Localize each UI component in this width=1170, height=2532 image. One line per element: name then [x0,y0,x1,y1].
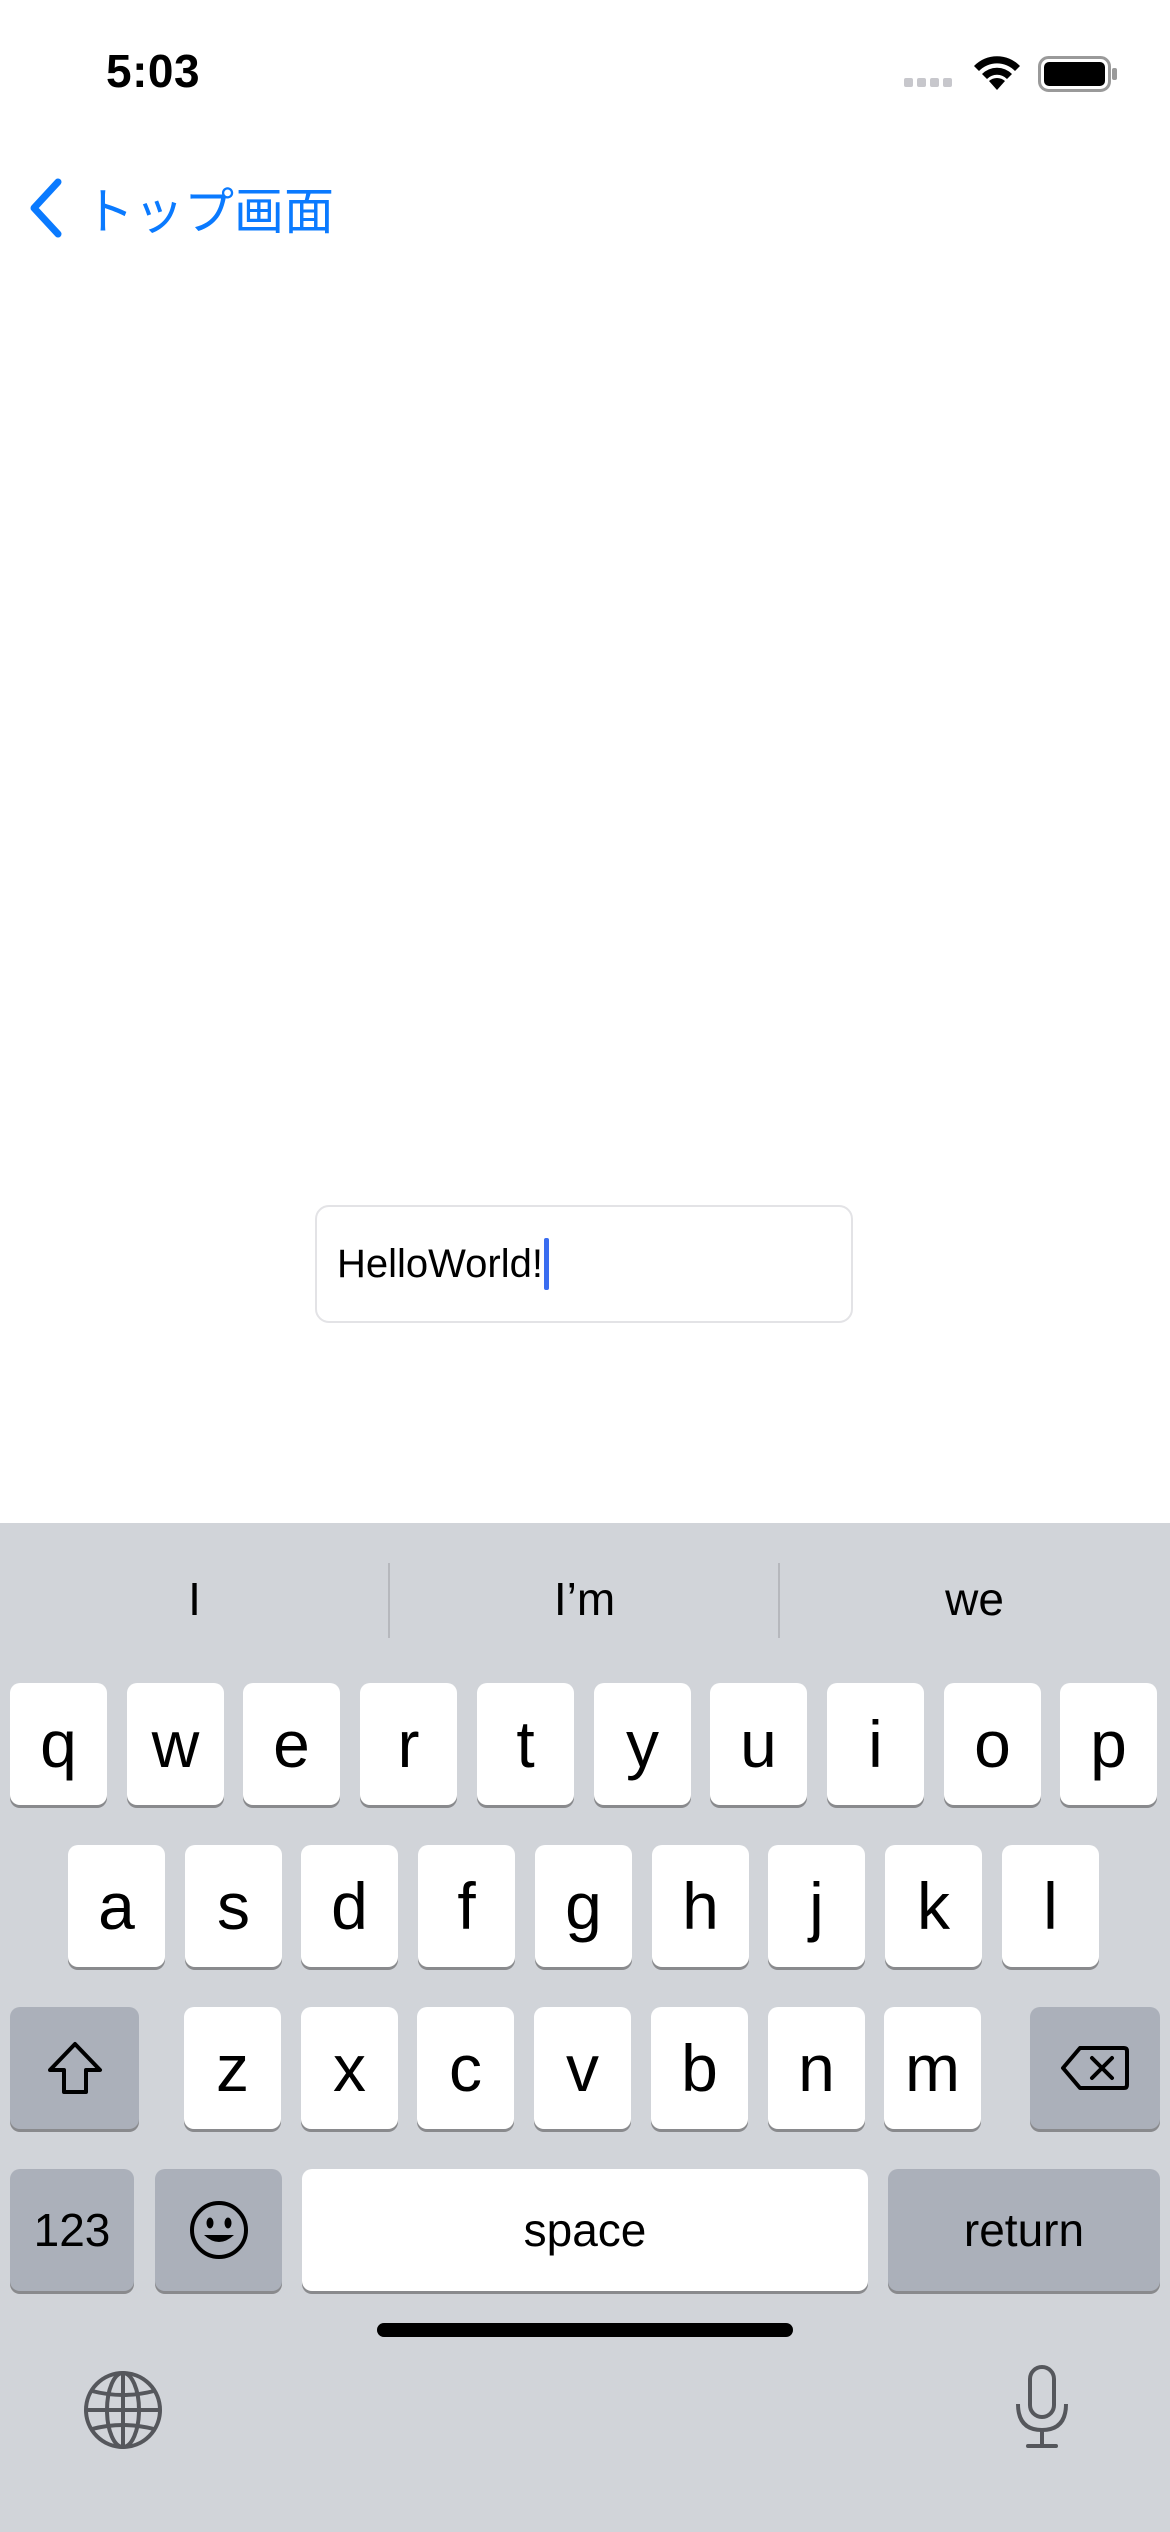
shift-key[interactable] [10,2007,139,2129]
key-m[interactable]: m [884,2007,981,2129]
key-e[interactable]: e [243,1683,340,1805]
emoji-key[interactable] [155,2169,282,2291]
microphone-icon[interactable] [1012,2364,1072,2450]
key-label: g [565,1869,602,1943]
key-r[interactable]: r [360,1683,457,1805]
key-a[interactable]: a [68,1845,165,1967]
space-key-label: space [523,2204,647,2256]
key-label: l [1043,1869,1058,1943]
numbers-key-label: 123 [33,2204,111,2256]
keyboard: I I’m we qwertyuiopasdfghjklzxcvbnm 123 … [0,1523,1170,2532]
return-key[interactable]: return [888,2169,1160,2291]
key-label: e [273,1707,310,1781]
key-x[interactable]: x [301,2007,398,2129]
key-label: p [1090,1707,1127,1781]
key-label: t [516,1707,535,1781]
key-label: a [98,1869,135,1943]
status-time: 5:03 [106,45,201,97]
key-label: s [217,1869,250,1943]
key-p[interactable]: p [1060,1683,1157,1805]
key-label: r [397,1707,420,1781]
key-label: f [457,1869,476,1943]
space-key[interactable]: space [302,2169,868,2291]
key-n[interactable]: n [768,2007,865,2129]
key-k[interactable]: k [885,1845,982,1967]
battery-icon [1038,56,1117,92]
shift-icon [47,2042,102,2094]
numbers-key[interactable]: 123 [10,2169,134,2291]
key-label: h [682,1869,719,1943]
key-label: o [974,1707,1011,1781]
suggestion-2[interactable]: I’m [390,1559,779,1639]
key-u[interactable]: u [710,1683,807,1805]
chevron-left-icon [30,178,62,238]
key-label: c [449,2031,482,2105]
key-label: u [740,1707,777,1781]
key-label: i [868,1707,883,1781]
key-j[interactable]: j [768,1845,865,1967]
key-label: d [331,1869,368,1943]
key-h[interactable]: h [652,1845,749,1967]
home-indicator [377,2323,793,2337]
key-w[interactable]: w [127,1683,224,1805]
key-g[interactable]: g [535,1845,632,1967]
text-input-value: HelloWorld! [337,1241,543,1286]
delete-icon [1061,2046,1129,2090]
delete-key[interactable] [1030,2007,1160,2129]
text-cursor [544,1238,549,1290]
predictive-bar: I I’m we [0,1523,1170,1678]
key-label: j [809,1869,824,1943]
key-i[interactable]: i [827,1683,924,1805]
back-button[interactable]: トップ画面 [24,168,334,248]
key-label: k [917,1869,950,1943]
key-z[interactable]: z [184,2007,281,2129]
key-label: m [905,2031,960,2105]
key-o[interactable]: o [944,1683,1041,1805]
key-label: n [798,2031,835,2105]
emoji-icon [189,2201,248,2259]
suggestion-1[interactable]: I [0,1559,389,1639]
key-label: b [681,2031,718,2105]
key-b[interactable]: b [651,2007,748,2129]
key-q[interactable]: q [10,1683,107,1805]
key-c[interactable]: c [417,2007,514,2129]
key-y[interactable]: y [594,1683,691,1805]
return-key-label: return [963,2204,1085,2256]
text-input[interactable]: HelloWorld! [315,1205,853,1323]
back-button-label: トップ画面 [84,183,334,241]
key-label: q [40,1707,77,1781]
status-bar: 5:03 [0,0,1170,140]
key-v[interactable]: v [534,2007,631,2129]
key-label: y [626,1707,659,1781]
globe-icon[interactable] [82,2369,164,2451]
key-f[interactable]: f [418,1845,515,1967]
key-l[interactable]: l [1002,1845,1099,1967]
key-label: w [151,1707,200,1781]
key-d[interactable]: d [301,1845,398,1967]
wifi-icon [974,56,1020,90]
key-s[interactable]: s [185,1845,282,1967]
key-label: x [333,2031,366,2105]
key-t[interactable]: t [477,1683,574,1805]
key-label: v [566,2031,599,2105]
suggestion-3[interactable]: we [780,1559,1169,1639]
key-label: z [216,2031,249,2105]
